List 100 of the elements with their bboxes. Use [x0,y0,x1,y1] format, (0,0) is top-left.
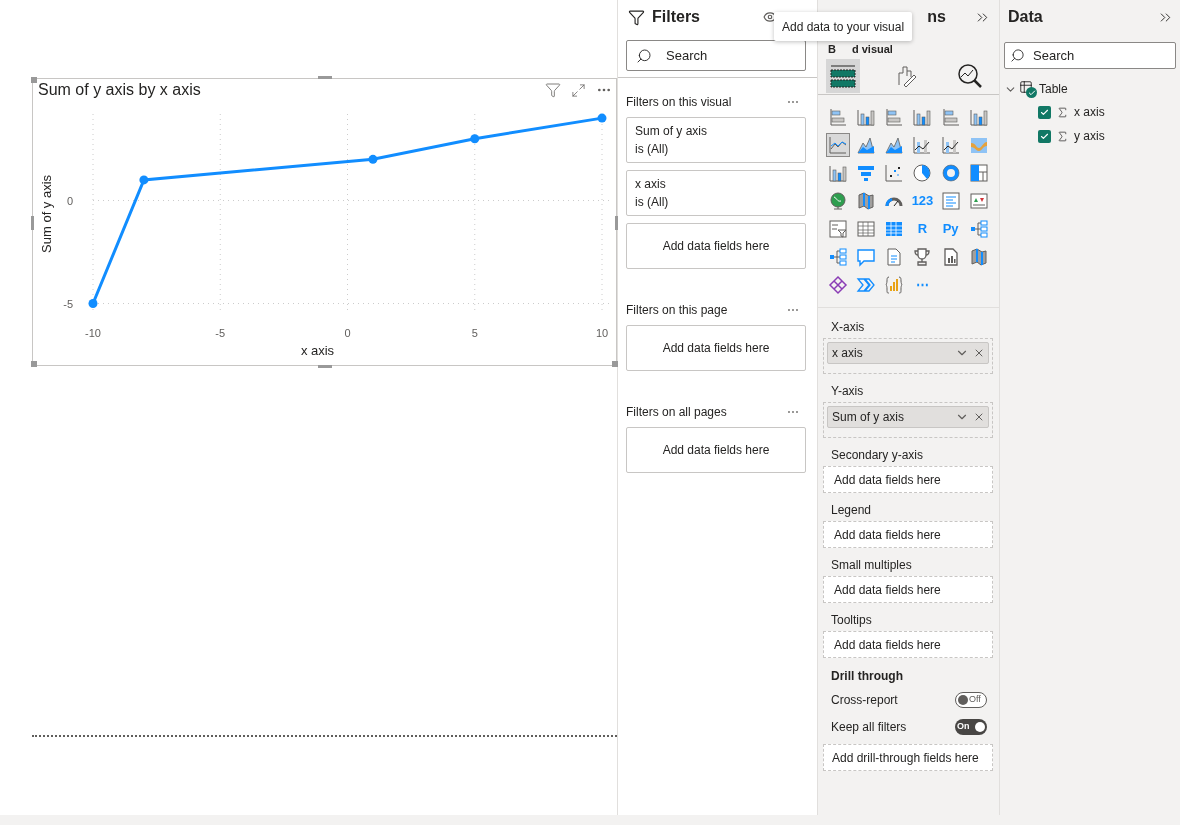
resize-handle[interactable] [318,365,332,368]
field-name[interactable]: y axis [1074,127,1105,145]
more-options-button[interactable]: ⋯ [787,403,799,421]
drop-zone[interactable]: Add data fields here [626,223,806,269]
well-label: Y-axis [830,383,865,400]
treemap-icon [968,163,989,183]
x-tick-label: -5 [215,326,226,339]
section-title: Filters on this visual [626,94,732,111]
matrix-icon [884,219,905,239]
chevrons-icon [856,275,877,295]
area-chart-icon [884,135,905,155]
drop-zone[interactable]: Add data fields here [626,325,806,371]
focus-mode-icon[interactable] [571,82,586,98]
ribbon-chart-icon [968,135,989,155]
column-chart-icon [856,107,877,127]
visual-title: Sum of y axis by x axis [38,80,201,100]
more-options-button[interactable]: ⋯ [787,301,799,319]
toggle-label: Keep all filters [831,718,907,736]
toggle-switch[interactable]: Off [955,691,987,708]
section-title: Filters on this page [626,302,728,319]
eye-icon[interactable] [763,10,777,24]
pane-title: Data [1008,7,1043,27]
column-chart-icon [912,107,933,127]
resize-handle[interactable] [318,76,332,79]
drop-zone[interactable]: Add data fields here [626,427,806,473]
more-options-button[interactable]: ⋯ [787,93,799,111]
check-icon [1040,131,1049,141]
map-icon [968,247,989,267]
map-icon [856,191,877,211]
drop-zone[interactable]: Add data fields here [823,631,993,658]
table-name[interactable]: Table [1039,80,1068,98]
filter-icon[interactable] [545,82,561,98]
bar-chart-icon [828,107,848,127]
checkbox[interactable] [1038,105,1051,119]
well-label: Tooltips [830,612,873,629]
well-label: Legend [830,502,873,519]
build-label-fragment: d visual [851,41,893,57]
x-tick-label: -10 [85,326,101,339]
table-check-icon [1019,80,1037,98]
x-tick-label: 10 [595,326,609,339]
data-point [88,299,98,308]
combo-chart-icon [912,135,933,155]
resize-handle[interactable] [615,216,618,230]
well-label: Secondary y-axis [830,447,925,464]
column-chart-icon [828,163,848,183]
globe-icon [828,191,848,211]
section-title: Filters on all pages [626,404,727,421]
y-axis-title: Sum of y axis [39,174,54,253]
resize-handle[interactable] [31,361,37,367]
visual-type-button[interactable] [826,273,850,297]
data-point [470,134,480,144]
sigma-icon [1056,105,1069,119]
filter-state: is (All) [635,141,670,158]
section-title: Drill through [830,668,904,685]
y-tick-label: 0 [66,194,73,207]
donut-chart-icon [940,163,961,183]
visual-type-button[interactable] [826,133,850,157]
search-icon [1010,48,1025,63]
y-tick-label: -5 [63,297,73,310]
x-tick-label: 5 [471,326,478,339]
resize-handle[interactable] [31,77,37,83]
close-icon[interactable] [973,411,985,423]
x-tick-label: 0 [344,326,351,339]
well-label: X-axis [830,319,866,336]
drop-zone[interactable]: Add drill-through fields here [823,744,993,771]
multi-row-card-icon [940,191,961,211]
search-icon [636,48,652,64]
pane-tab[interactable] [826,58,860,93]
combo-chart-icon [940,135,961,155]
slicer-icon [828,219,848,239]
resize-handle[interactable] [612,361,618,367]
checkbox[interactable] [1038,129,1051,143]
visual-type-button[interactable] [826,217,850,241]
area-chart-icon [856,135,877,155]
resize-handle[interactable] [31,216,34,230]
field-name[interactable]: x axis [1074,103,1105,121]
filter-card[interactable]: Sum of y axis is (All) [626,117,806,163]
speech-bubble-icon [856,247,877,267]
funnel-chart-icon [856,163,877,183]
drop-zone[interactable]: Add data fields here [823,521,993,548]
well-label: Small multiples [830,557,913,574]
close-icon[interactable] [973,347,985,359]
filter-field: Sum of y axis [635,122,797,140]
build-label-fragment: B [828,41,836,57]
field-pill[interactable]: x axis [827,342,989,364]
drop-zone[interactable]: Add data fields here [823,466,993,493]
line-chart-icon [828,135,848,155]
search-field[interactable]: Search [626,40,806,71]
field-pill[interactable]: Sum of y axis [827,406,989,428]
data-point [139,175,149,185]
check-icon [1040,107,1049,117]
search-field[interactable]: Search [1004,42,1176,69]
pie-chart-icon [912,163,933,183]
toggle-switch[interactable]: On [955,718,987,735]
filter-card[interactable]: x axis is (All) [626,170,806,216]
toggle-label: Cross-report [831,691,898,709]
drop-zone[interactable]: Add data fields here [823,576,993,603]
field-name: Sum of y axis [832,409,906,426]
x-axis-title: x axis [300,342,335,358]
table-icon [856,219,877,239]
